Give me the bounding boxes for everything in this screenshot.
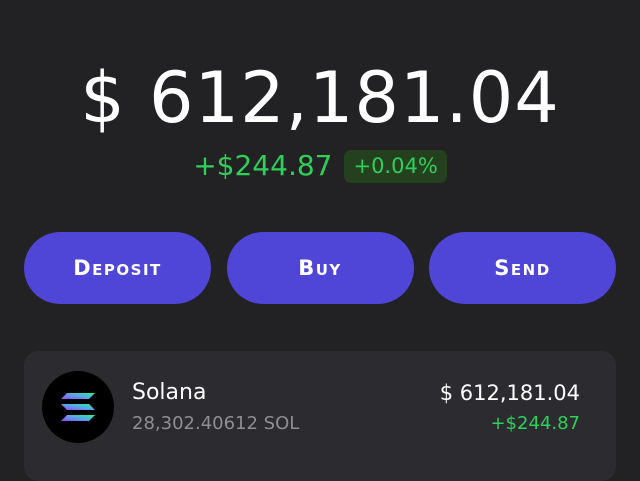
- balance-change-percent-badge: +0.04%: [344, 149, 447, 183]
- send-button[interactable]: Send: [429, 232, 616, 304]
- buy-button[interactable]: Buy: [226, 232, 414, 304]
- asset-value: $ 612,181.04: [439, 381, 580, 405]
- asset-quantity: 28,302.40612 SOL: [132, 413, 300, 434]
- balance-change-row: +$244.87 +0.04%: [0, 149, 640, 183]
- action-buttons: Deposit Buy Send: [24, 232, 616, 304]
- asset-change: +$244.87: [490, 413, 580, 434]
- balance-change-amount: +$244.87: [193, 149, 333, 182]
- portfolio-balance: $ 612,181.04: [80, 57, 560, 139]
- asset-name: Solana: [132, 380, 207, 405]
- asset-list-item-solana[interactable]: Solana 28,302.40612 SOL $ 612,181.04 +$2…: [24, 351, 616, 481]
- deposit-button[interactable]: Deposit: [24, 232, 211, 304]
- solana-logo-icon: [42, 371, 114, 443]
